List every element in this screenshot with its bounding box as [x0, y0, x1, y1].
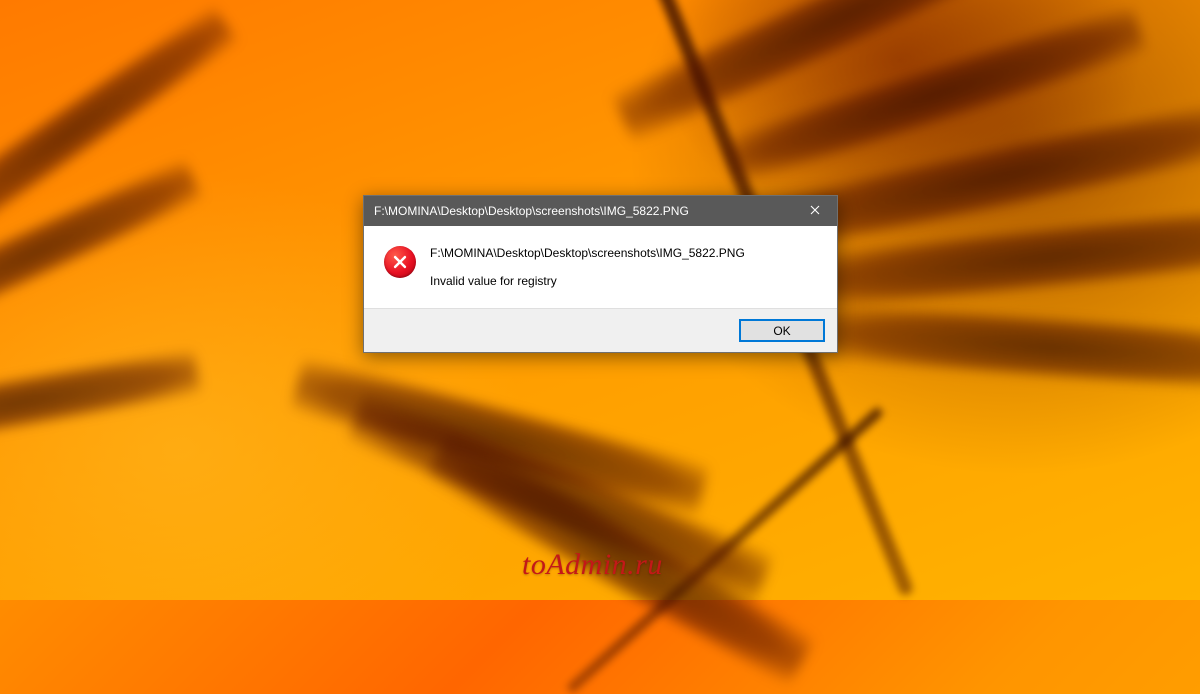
dialog-text: F:\MOMINA\Desktop\Desktop\screenshots\IM… — [430, 244, 817, 296]
dialog-title: F:\MOMINA\Desktop\Desktop\screenshots\IM… — [374, 204, 792, 218]
close-icon — [810, 204, 820, 218]
ok-button[interactable]: OK — [739, 319, 825, 342]
error-dialog: F:\MOMINA\Desktop\Desktop\screenshots\IM… — [363, 195, 838, 353]
dialog-body: F:\MOMINA\Desktop\Desktop\screenshots\IM… — [364, 226, 837, 308]
plant-shadow — [819, 304, 1200, 391]
dialog-path: F:\MOMINA\Desktop\Desktop\screenshots\IM… — [430, 246, 817, 260]
error-icon — [384, 246, 416, 278]
dialog-titlebar[interactable]: F:\MOMINA\Desktop\Desktop\screenshots\IM… — [364, 196, 837, 226]
dialog-footer: OK — [364, 308, 837, 352]
close-button[interactable] — [792, 196, 837, 226]
plant-shadow — [0, 349, 201, 456]
dialog-message: Invalid value for registry — [430, 274, 817, 288]
